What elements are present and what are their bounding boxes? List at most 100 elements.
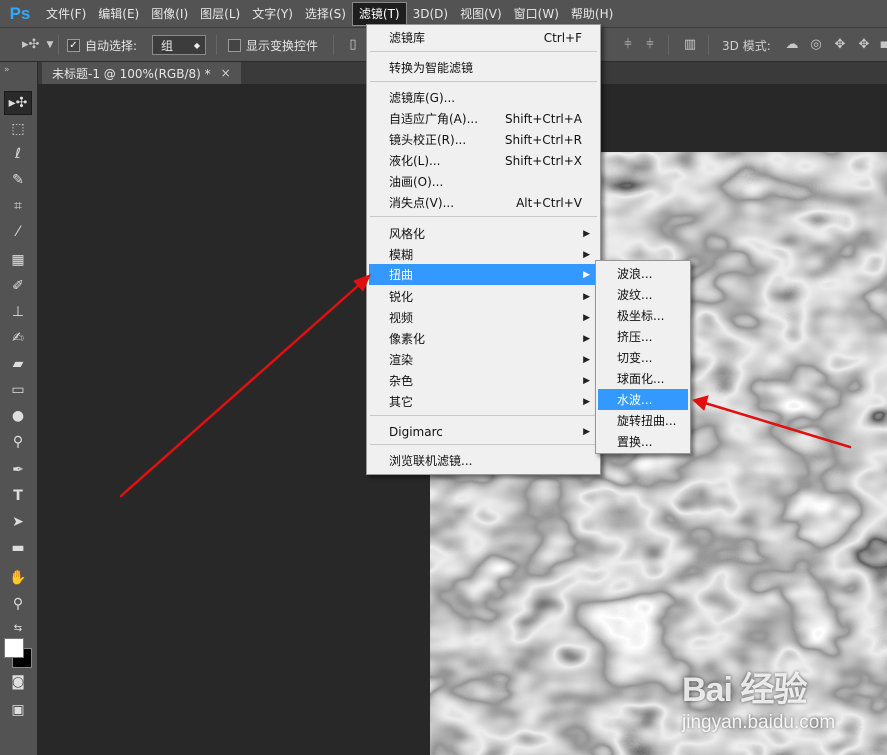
- show-transform-label: 显示变换控件: [246, 38, 319, 53]
- menu-item-vanishing-point[interactable]: 消失点(V)... Alt+Ctrl+V: [369, 192, 598, 213]
- menu-item-digimarc[interactable]: Digimarc ▶: [369, 421, 598, 442]
- align-hcenter-icon[interactable]: ⫩: [620, 37, 636, 53]
- submenu-item-pinch[interactable]: 挤压...: [598, 326, 688, 347]
- menu-item-oil-paint[interactable]: 油画(O)...: [369, 171, 598, 192]
- menu-type[interactable]: 文字(Y): [246, 0, 299, 28]
- shape-tool-icon[interactable]: ▬: [4, 536, 32, 560]
- chevron-down-icon[interactable]: ▼: [42, 37, 58, 53]
- submenu-arrow-icon: ▶: [583, 312, 590, 323]
- quick-select-tool-icon[interactable]: ✎: [4, 168, 32, 192]
- document-tab[interactable]: 未标题-1 @ 100%(RGB/8) * ×: [42, 62, 241, 84]
- menu-item-distort[interactable]: 扭曲 ▶: [369, 264, 598, 285]
- submenu-item-shear[interactable]: 切变...: [598, 347, 688, 368]
- menu-item-browse-online-filters[interactable]: 浏览联机滤镜...: [369, 450, 598, 471]
- show-transform-checkbox[interactable]: [228, 38, 241, 52]
- auto-align-icon[interactable]: ▥: [682, 37, 698, 53]
- swap-colors-icon[interactable]: ⇆: [4, 616, 32, 640]
- menu-item-video[interactable]: 视频 ▶: [369, 307, 598, 328]
- submenu-arrow-icon: ▶: [583, 333, 590, 344]
- menu-item-noise[interactable]: 杂色 ▶: [369, 370, 598, 391]
- dodge-tool-icon[interactable]: ⚲: [4, 430, 32, 454]
- align-right-icon[interactable]: ⫩: [642, 37, 658, 53]
- menu-item-convert-smart-filters[interactable]: 转换为智能滤镜: [369, 57, 598, 78]
- healing-brush-tool-icon[interactable]: ▦: [4, 248, 32, 272]
- 3d-rotate-icon[interactable]: ☁: [784, 37, 800, 53]
- menu-item-sharpen[interactable]: 锐化 ▶: [369, 286, 598, 307]
- submenu-arrow-icon: ▶: [583, 291, 590, 302]
- align-top-icon[interactable]: ▯: [345, 37, 361, 53]
- menu-item-lens-correction[interactable]: 镜头校正(R)... Shift+Ctrl+R: [369, 129, 598, 150]
- quick-mask-icon[interactable]: ◙: [4, 670, 32, 694]
- 3d-roll-icon[interactable]: ◎: [808, 37, 824, 53]
- menu-item-stylize[interactable]: 风格化 ▶: [369, 223, 598, 244]
- hand-tool-icon[interactable]: ✋: [4, 566, 32, 590]
- submenu-item-ripple[interactable]: 波纹...: [598, 284, 688, 305]
- watermark-url: jingyan.baidu.com: [682, 712, 836, 733]
- submenu-arrow-icon: ▶: [583, 354, 590, 365]
- auto-select-group[interactable]: ✓ 自动选择:: [67, 28, 137, 62]
- menu-image[interactable]: 图像(I): [145, 0, 194, 28]
- submenu-item-twirl[interactable]: 旋转扭曲...: [598, 410, 688, 431]
- brush-tool-icon[interactable]: ✐: [4, 274, 32, 298]
- lasso-tool-icon[interactable]: ℓ: [4, 142, 32, 166]
- tools-panel: » ▸✣ ⬚ ℓ ✎ ⌗ ⁄ ▦ ✐ ⊥ ✍ ▰ ▭ ● ⚲ ✒ T ➤ ▬ ✋…: [0, 62, 38, 755]
- gradient-tool-icon[interactable]: ▭: [4, 378, 32, 402]
- menu-item-last-filter[interactable]: 滤镜库 Ctrl+F: [369, 27, 598, 48]
- submenu-arrow-icon: ▶: [583, 249, 590, 260]
- menu-item-filter-gallery[interactable]: 滤镜库(G)...: [369, 87, 598, 108]
- move-tool-preset-icon[interactable]: ▸✣: [22, 37, 39, 53]
- pen-tool-icon[interactable]: ✒: [4, 458, 32, 482]
- menu-layer[interactable]: 图层(L): [194, 0, 246, 28]
- menu-item-liquify[interactable]: 液化(L)... Shift+Ctrl+X: [369, 150, 598, 171]
- submenu-item-displace[interactable]: 置换...: [598, 431, 688, 452]
- show-transform-group[interactable]: 显示变换控件: [228, 28, 318, 62]
- menu-filter[interactable]: 滤镜(T): [351, 1, 407, 26]
- submenu-item-wave[interactable]: 波浪...: [598, 263, 688, 284]
- select-arrows-icon: ◆: [193, 40, 200, 50]
- auto-select-target-select[interactable]: 组 ◆: [152, 35, 206, 55]
- submenu-arrow-icon: ▶: [583, 396, 590, 407]
- submenu-arrow-icon: ▶: [583, 269, 590, 280]
- photoshop-logo: Ps: [9, 3, 31, 23]
- 3d-slide-icon[interactable]: ✥: [856, 37, 872, 53]
- menu-item-pixelate[interactable]: 像素化 ▶: [369, 328, 598, 349]
- submenu-item-polar-coordinates[interactable]: 极坐标...: [598, 305, 688, 326]
- zoom-tool-icon[interactable]: ⚲: [4, 592, 32, 616]
- eraser-tool-icon[interactable]: ▰: [4, 352, 32, 376]
- path-selection-tool-icon[interactable]: ➤: [4, 510, 32, 534]
- document-title: 未标题-1 @ 100%(RGB/8) *: [52, 66, 211, 81]
- menu-item-render[interactable]: 渲染 ▶: [369, 349, 598, 370]
- submenu-item-zigzag[interactable]: 水波...: [598, 389, 688, 410]
- watermark-logo: Bai 经验: [682, 671, 807, 709]
- submenu-arrow-icon: ▶: [583, 426, 590, 437]
- crop-tool-icon[interactable]: ⌗: [4, 194, 32, 218]
- menu-file[interactable]: 文件(F): [40, 0, 92, 28]
- distort-submenu: 波浪... 波纹... 极坐标... 挤压... 切变... 球面化... 水波…: [595, 260, 691, 454]
- auto-select-checkbox[interactable]: ✓: [67, 38, 80, 52]
- history-brush-tool-icon[interactable]: ✍: [4, 326, 32, 350]
- menu-item-other[interactable]: 其它 ▶: [369, 391, 598, 412]
- menu-select[interactable]: 选择(S): [299, 0, 352, 28]
- eyedropper-tool-icon[interactable]: ⁄: [4, 220, 32, 244]
- submenu-arrow-icon: ▶: [583, 375, 590, 386]
- menu-item-blur[interactable]: 模糊 ▶: [369, 244, 598, 265]
- menu-edit[interactable]: 编辑(E): [92, 0, 145, 28]
- 3d-pan-icon[interactable]: ✥: [832, 37, 848, 53]
- blur-tool-icon[interactable]: ●: [4, 404, 32, 428]
- baidu-watermark: Bai 经验 jingyan.baidu.com: [672, 660, 872, 740]
- menu-item-adaptive-wide-angle[interactable]: 自适应广角(A)... Shift+Ctrl+A: [369, 108, 598, 129]
- panel-collapse-icon[interactable]: »: [0, 62, 37, 88]
- auto-select-label: 自动选择:: [85, 38, 138, 53]
- 3d-scale-icon[interactable]: ▪: [876, 37, 887, 53]
- marquee-tool-icon[interactable]: ⬚: [4, 117, 32, 141]
- foreground-color-swatch[interactable]: [4, 638, 24, 658]
- 3d-mode-label: 3D 模式:: [722, 38, 771, 53]
- filter-menu-dropdown: 滤镜库 Ctrl+F 转换为智能滤镜 滤镜库(G)... 自适应广角(A)...…: [366, 24, 601, 475]
- move-tool-icon[interactable]: ▸✣: [4, 91, 32, 115]
- close-icon[interactable]: ×: [221, 66, 231, 80]
- type-tool-icon[interactable]: T: [4, 484, 32, 508]
- submenu-item-spherize[interactable]: 球面化...: [598, 368, 688, 389]
- submenu-arrow-icon: ▶: [583, 228, 590, 239]
- clone-stamp-tool-icon[interactable]: ⊥: [4, 300, 32, 324]
- screen-mode-icon[interactable]: ▣: [4, 698, 32, 722]
